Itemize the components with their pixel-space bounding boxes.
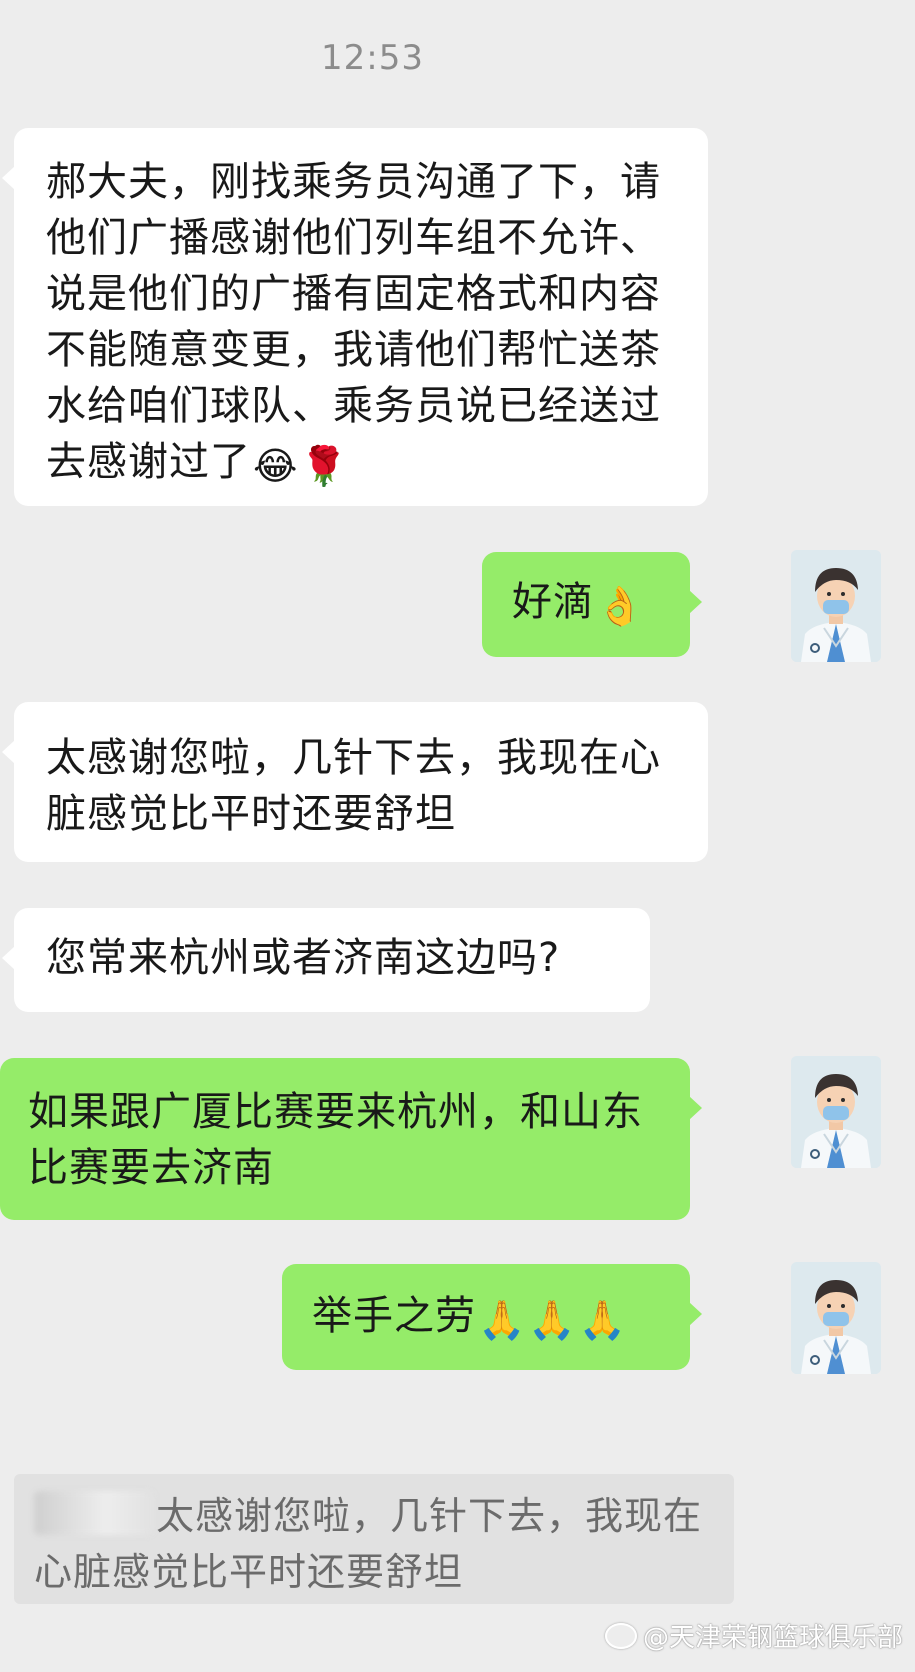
message-bubble-outgoing[interactable]: 举手之劳🙏🙏🙏 — [282, 1264, 702, 1370]
message-text: 您常来杭州或者济南这边吗? — [46, 935, 561, 981]
ok-hand-emoji-icon: 👌 — [596, 584, 645, 628]
doctor-avatar-icon[interactable] — [791, 1056, 881, 1168]
message-text: 如果跟广厦比赛要来杭州，和山东比赛要去济南 — [28, 1089, 643, 1191]
blurred-sender-name — [34, 1491, 154, 1535]
message-text: 郝大夫，刚找乘务员沟通了下，请他们广播感谢他们列车组不允许、说是他们的广播有固定… — [46, 159, 661, 485]
doctor-avatar-graphic — [791, 1262, 881, 1374]
watermark-text: @天津荣钢篮球俱乐部 — [642, 1623, 903, 1653]
message-bubble-outgoing[interactable]: 如果跟广厦比赛要来杭州，和山东比赛要去济南 — [0, 1058, 702, 1220]
doctor-avatar-graphic — [791, 1056, 881, 1168]
weibo-watermark: @天津荣钢篮球俱乐部 — [604, 1617, 903, 1654]
message-bubble-incoming[interactable]: 您常来杭州或者济南这边吗? — [2, 908, 650, 1012]
message-timestamp: 12:53 — [321, 38, 424, 78]
rose-emoji-icon: 🌹 — [300, 444, 349, 488]
folded-hands-emoji-icon: 🙏 — [578, 1298, 627, 1342]
doctor-avatar-icon[interactable] — [791, 1262, 881, 1374]
message-bubble-outgoing[interactable]: 好滴👌 — [482, 552, 702, 657]
quoted-message[interactable]: 太感谢您啦，几针下去，我现在心脏感觉比平时还要舒坦 — [14, 1474, 734, 1604]
message-text: 举手之劳 — [312, 1293, 476, 1339]
folded-hands-emoji-icon: 🙏 — [478, 1298, 527, 1342]
chat-view: 12:53 郝大夫，刚找乘务员沟通了下，请他们广播感谢他们列车组不允许、说是他们… — [0, 0, 915, 1672]
laughing-crying-emoji-icon: 😂 — [253, 444, 299, 488]
message-text: 好滴 — [512, 579, 594, 625]
message-bubble-incoming[interactable]: 太感谢您啦，几针下去，我现在心脏感觉比平时还要舒坦 — [2, 702, 708, 862]
weibo-icon — [604, 1623, 637, 1649]
message-bubble-incoming[interactable]: 郝大夫，刚找乘务员沟通了下，请他们广播感谢他们列车组不允许、说是他们的广播有固定… — [2, 128, 708, 506]
doctor-avatar-icon[interactable] — [791, 550, 881, 662]
message-text: 太感谢您啦，几针下去，我现在心脏感觉比平时还要舒坦 — [46, 735, 661, 837]
doctor-avatar-graphic — [791, 550, 881, 662]
folded-hands-emoji-icon: 🙏 — [528, 1298, 577, 1342]
